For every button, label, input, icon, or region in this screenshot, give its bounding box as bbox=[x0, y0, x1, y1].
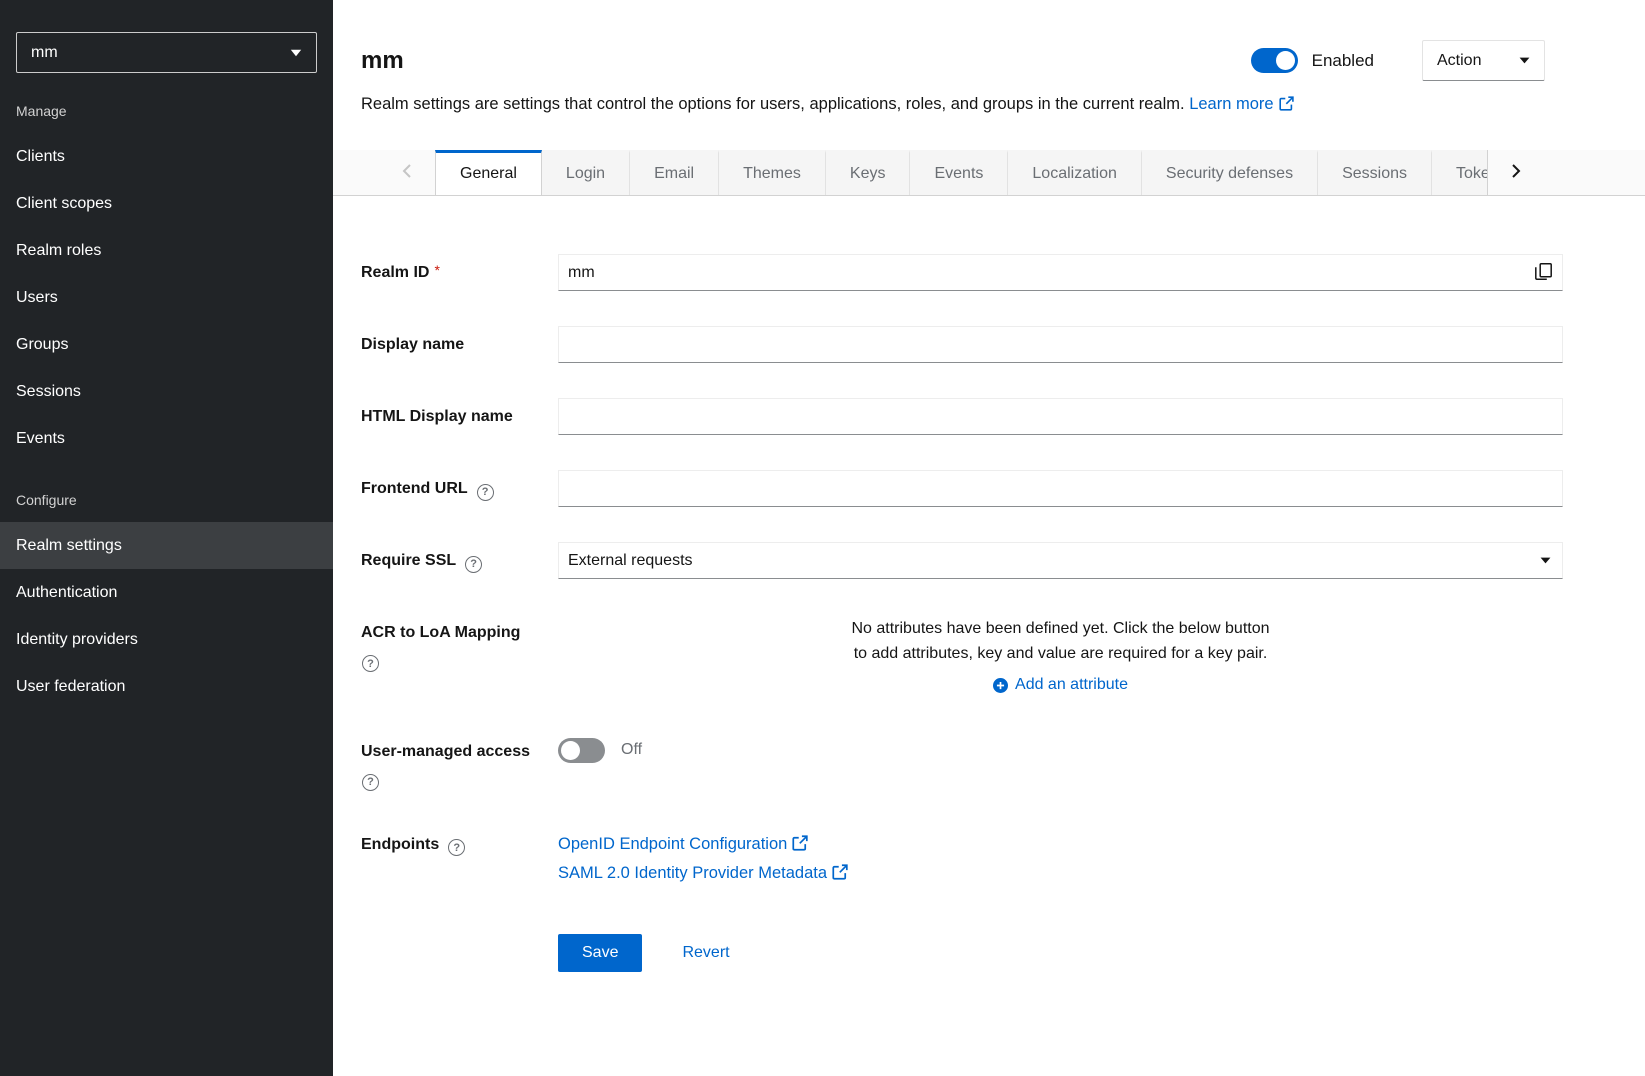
sidebar-item-groups[interactable]: Groups bbox=[0, 321, 333, 368]
page-header: mm Enabled Action Realm settings are set… bbox=[333, 0, 1645, 116]
tab-tokens[interactable]: Tokens bbox=[1432, 150, 1487, 195]
nav-section-title: Configure bbox=[0, 492, 333, 508]
header-actions: Enabled Action bbox=[1251, 40, 1545, 81]
tab-login[interactable]: Login bbox=[542, 150, 630, 195]
nav-list: Realm settings Authentication Identity p… bbox=[0, 522, 333, 710]
required-indicator: * bbox=[434, 262, 439, 278]
sidebar-item-authentication[interactable]: Authentication bbox=[0, 569, 333, 616]
learn-more-link[interactable]: Learn more bbox=[1189, 95, 1293, 113]
action-dropdown-button[interactable]: Action bbox=[1422, 40, 1545, 81]
tab-security-defenses[interactable]: Security defenses bbox=[1142, 150, 1318, 195]
tab-localization[interactable]: Localization bbox=[1008, 150, 1142, 195]
save-button[interactable]: Save bbox=[558, 934, 642, 972]
tabs-spacer bbox=[1545, 150, 1645, 195]
tab-general[interactable]: General bbox=[435, 150, 542, 195]
general-settings-form: Realm ID * Display name bbox=[333, 196, 1645, 1012]
form-row-acr-mapping: ACR to LoA Mapping ? No attributes have … bbox=[361, 614, 1563, 698]
user-managed-access-state: Off bbox=[621, 741, 642, 759]
tab-email[interactable]: Email bbox=[630, 150, 719, 195]
acr-mapping-label: ACR to LoA Mapping bbox=[361, 624, 520, 641]
form-row-realm-id: Realm ID * bbox=[361, 254, 1563, 291]
frontend-url-input[interactable] bbox=[558, 470, 1563, 507]
sidebar-item-sessions[interactable]: Sessions bbox=[0, 368, 333, 415]
require-ssl-label: Require SSL bbox=[361, 552, 456, 569]
endpoints-label: Endpoints bbox=[361, 836, 439, 853]
revert-button[interactable]: Revert bbox=[682, 944, 729, 962]
help-icon[interactable]: ? bbox=[448, 839, 465, 856]
form-actions: Save Revert bbox=[361, 934, 1563, 972]
user-managed-access-label: User-managed access bbox=[361, 743, 530, 760]
nav-list: Clients Client scopes Realm roles Users … bbox=[0, 133, 333, 462]
require-ssl-selected-value: External requests bbox=[568, 552, 693, 570]
saml-metadata-link[interactable]: SAML 2.0 Identity Provider Metadata bbox=[558, 859, 1563, 888]
realm-enabled-toggle[interactable] bbox=[1251, 48, 1298, 73]
form-row-frontend-url: Frontend URL? bbox=[361, 470, 1563, 507]
caret-down-icon bbox=[1519, 57, 1530, 64]
external-link-icon bbox=[792, 835, 808, 851]
acr-empty-state-text: No attributes have been defined yet. Cli… bbox=[846, 616, 1276, 666]
frontend-url-label: Frontend URL bbox=[361, 480, 468, 497]
description-text: Realm settings are settings that control… bbox=[361, 95, 1185, 113]
help-icon[interactable]: ? bbox=[362, 774, 379, 791]
sidebar-item-clients[interactable]: Clients bbox=[0, 133, 333, 180]
chevron-right-icon bbox=[1512, 164, 1521, 181]
nav-section-manage: Manage Clients Client scopes Realm roles… bbox=[0, 103, 333, 462]
tab-events[interactable]: Events bbox=[910, 150, 1008, 195]
sidebar: mm Manage Clients Client scopes Realm ro… bbox=[0, 0, 333, 1076]
page-title: mm bbox=[361, 47, 404, 75]
acr-empty-state: No attributes have been defined yet. Cli… bbox=[558, 614, 1563, 698]
form-row-require-ssl: Require SSL? External requests bbox=[361, 542, 1563, 579]
add-attribute-link[interactable]: Add an attribute bbox=[993, 676, 1128, 694]
tabs-spacer bbox=[333, 150, 377, 195]
sidebar-item-user-federation[interactable]: User federation bbox=[0, 663, 333, 710]
user-managed-access-toggle[interactable] bbox=[558, 738, 605, 763]
require-ssl-select[interactable]: External requests bbox=[558, 542, 1563, 579]
chevron-left-icon bbox=[402, 164, 411, 181]
html-display-name-input[interactable] bbox=[558, 398, 1563, 435]
caret-down-icon bbox=[290, 49, 302, 57]
realm-selector-value: mm bbox=[31, 44, 58, 62]
tabs-bar: General Login Email Themes Keys Events L… bbox=[333, 150, 1645, 196]
nav-section-title: Manage bbox=[0, 103, 333, 119]
form-row-endpoints: Endpoints? OpenID Endpoint Configuration… bbox=[361, 826, 1563, 888]
enabled-label: Enabled bbox=[1312, 51, 1374, 71]
sidebar-item-client-scopes[interactable]: Client scopes bbox=[0, 180, 333, 227]
caret-down-icon bbox=[1540, 557, 1551, 564]
html-display-name-label: HTML Display name bbox=[361, 408, 513, 425]
sidebar-item-identity-providers[interactable]: Identity providers bbox=[0, 616, 333, 663]
openid-endpoint-link[interactable]: OpenID Endpoint Configuration bbox=[558, 830, 1563, 859]
nav-section-configure: Configure Realm settings Authentication … bbox=[0, 492, 333, 710]
sidebar-item-realm-settings[interactable]: Realm settings bbox=[0, 522, 333, 569]
page-description: Realm settings are settings that control… bbox=[361, 93, 1545, 116]
tab-keys[interactable]: Keys bbox=[826, 150, 911, 195]
display-name-label: Display name bbox=[361, 336, 464, 353]
realm-id-input[interactable] bbox=[558, 254, 1563, 291]
copy-icon bbox=[1535, 263, 1552, 283]
tab-sessions[interactable]: Sessions bbox=[1318, 150, 1432, 195]
app-window: mm Manage Clients Client scopes Realm ro… bbox=[0, 0, 1645, 1076]
tabs-scroll-right-button[interactable] bbox=[1487, 150, 1545, 195]
form-row-user-managed-access: User-managed access ? Off bbox=[361, 733, 1563, 791]
tabs-scroll-left-button[interactable] bbox=[377, 150, 435, 195]
help-icon[interactable]: ? bbox=[362, 655, 379, 672]
main-content: mm Enabled Action Realm settings are set… bbox=[333, 0, 1645, 1076]
tabs-list: General Login Email Themes Keys Events L… bbox=[435, 150, 1487, 195]
sidebar-item-events[interactable]: Events bbox=[0, 415, 333, 462]
copy-button[interactable] bbox=[1525, 256, 1561, 289]
sidebar-item-realm-roles[interactable]: Realm roles bbox=[0, 227, 333, 274]
sidebar-item-users[interactable]: Users bbox=[0, 274, 333, 321]
plus-circle-icon bbox=[993, 678, 1008, 693]
form-row-html-display-name: HTML Display name bbox=[361, 398, 1563, 435]
realm-id-label: Realm ID bbox=[361, 264, 429, 281]
realm-selector-dropdown[interactable]: mm bbox=[16, 32, 317, 73]
help-icon[interactable]: ? bbox=[477, 484, 494, 501]
external-link-icon bbox=[832, 864, 848, 880]
action-dropdown-label: Action bbox=[1437, 52, 1481, 70]
help-icon[interactable]: ? bbox=[465, 556, 482, 573]
external-link-icon bbox=[1279, 96, 1294, 111]
display-name-input[interactable] bbox=[558, 326, 1563, 363]
form-row-display-name: Display name bbox=[361, 326, 1563, 363]
tab-themes[interactable]: Themes bbox=[719, 150, 826, 195]
